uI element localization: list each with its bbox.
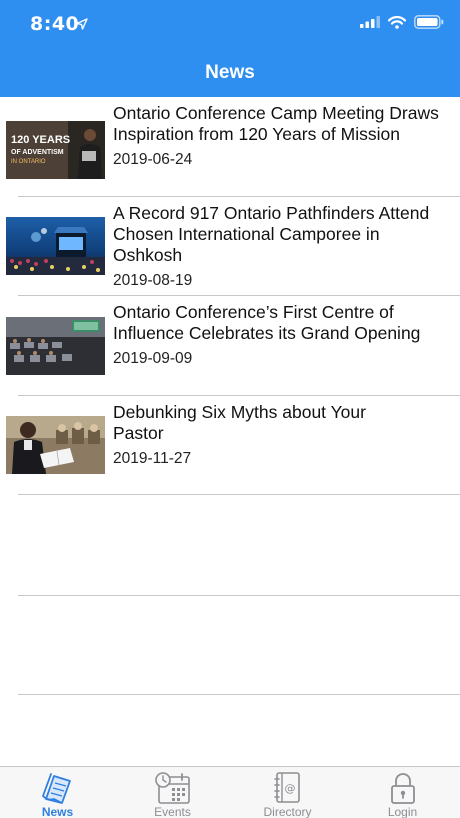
news-item[interactable]: Ontario Conference’s First Centre of Inf… [0, 296, 460, 396]
row-divider [18, 494, 460, 495]
news-title: Ontario Conference’s First Centre of Inf… [113, 302, 421, 343]
status-bar: 8:40 [0, 0, 460, 50]
news-title: Debunking Six Myths about Your Pastor [113, 401, 366, 443]
thumb-text-adventism: OF ADVENTISM [11, 149, 64, 156]
news-thumbnail [6, 415, 105, 474]
page-title: News [205, 62, 255, 83]
news-icon [41, 773, 71, 804]
row-divider [18, 595, 460, 596]
calendar-clock-icon [154, 772, 190, 804]
news-date: 2019-09-09 [113, 350, 193, 367]
news-item[interactable]: 120 YEARS OF ADVENTISM IN ONTARIO Ontari… [0, 97, 460, 197]
thumb-text-ontario: IN ONTARIO [11, 159, 46, 165]
location-arrow-icon [76, 18, 88, 30]
news-thumbnail [6, 317, 105, 375]
tab-news[interactable]: News [0, 767, 115, 818]
tab-events[interactable]: Events [115, 767, 230, 818]
tab-login[interactable]: Login [345, 767, 460, 818]
row-divider [18, 694, 460, 695]
tab-label: Events [154, 805, 191, 818]
status-time: 8:40 [30, 13, 80, 35]
news-title: Ontario Conference Camp Meeting Draws In… [113, 103, 439, 144]
app-header: 8:40 News [0, 0, 460, 97]
address-book-icon: @ [273, 772, 300, 803]
news-date: 2019-06-24 [113, 151, 193, 168]
news-thumbnail: 120 YEARS OF ADVENTISM IN ONTARIO [6, 121, 105, 179]
svg-text:@: @ [284, 782, 295, 795]
cellular-signal-icon [360, 16, 380, 28]
thumb-text-years: 120 YEARS [11, 134, 70, 146]
news-item[interactable]: Debunking Six Myths about Your Pastor 20… [0, 396, 460, 495]
news-list: 120 YEARS OF ADVENTISM IN ONTARIO Ontari… [0, 97, 460, 495]
battery-icon [414, 15, 444, 29]
tab-label: Directory [263, 805, 312, 818]
lock-icon [390, 773, 415, 804]
tab-directory[interactable]: @ Directory [230, 767, 345, 818]
wifi-icon [388, 15, 406, 29]
tab-label: Login [387, 805, 418, 818]
tab-label: News [41, 805, 74, 818]
news-title: A Record 917 Ontario Pathfinders Attend … [113, 202, 430, 265]
news-date: 2019-11-27 [113, 449, 192, 467]
news-item[interactable]: A Record 917 Ontario Pathfinders Attend … [0, 197, 460, 296]
tab-bar: News Events @ Directory Login [0, 766, 460, 818]
news-thumbnail [6, 216, 105, 275]
news-date: 2019-08-19 [113, 271, 193, 289]
